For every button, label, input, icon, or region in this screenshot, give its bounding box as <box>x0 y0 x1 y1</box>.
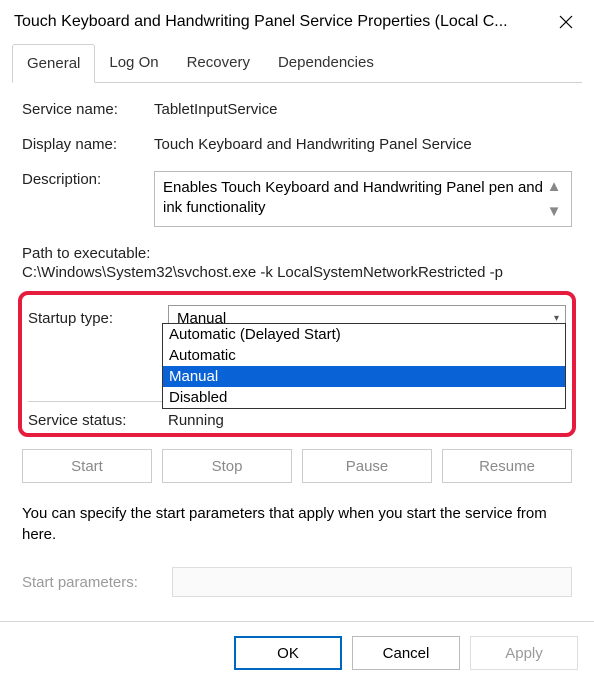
startup-type-dropdown: Automatic (Delayed Start) Automatic Manu… <box>162 323 566 409</box>
titlebar: Touch Keyboard and Handwriting Panel Ser… <box>0 0 594 44</box>
option-manual[interactable]: Manual <box>163 366 565 387</box>
start-parameters-label: Start parameters: <box>22 574 172 591</box>
description-scrollbar[interactable]: ▲ ▼ <box>545 178 563 220</box>
option-automatic[interactable]: Automatic <box>163 345 565 366</box>
display-name-value: Touch Keyboard and Handwriting Panel Ser… <box>154 136 572 153</box>
stop-button[interactable]: Stop <box>162 449 292 483</box>
description-text: Enables Touch Keyboard and Handwriting P… <box>163 178 545 220</box>
resume-button[interactable]: Resume <box>442 449 572 483</box>
description-row: Description: Enables Touch Keyboard and … <box>22 171 572 227</box>
tab-bar: General Log On Recovery Dependencies <box>12 44 582 83</box>
service-status-label: Service status: <box>28 412 168 429</box>
description-label: Description: <box>22 171 154 227</box>
properties-dialog: Touch Keyboard and Handwriting Panel Ser… <box>0 0 594 700</box>
tab-recovery[interactable]: Recovery <box>173 44 264 82</box>
service-name-label: Service name: <box>22 101 154 118</box>
option-disabled[interactable]: Disabled <box>163 387 565 408</box>
service-control-buttons: Start Stop Pause Resume <box>22 449 572 483</box>
service-status-value: Running <box>168 412 566 429</box>
option-automatic-delayed[interactable]: Automatic (Delayed Start) <box>163 324 565 345</box>
close-icon <box>559 15 573 29</box>
tab-logon[interactable]: Log On <box>95 44 172 82</box>
window-title: Touch Keyboard and Handwriting Panel Ser… <box>14 13 538 31</box>
startup-highlight: Startup type: Manual ▾ Automatic (Delaye… <box>18 291 576 437</box>
chevron-down-icon: ▾ <box>554 313 559 324</box>
description-box: Enables Touch Keyboard and Handwriting P… <box>154 171 572 227</box>
ok-button[interactable]: OK <box>234 636 342 670</box>
dialog-button-row: OK Cancel Apply <box>12 622 582 670</box>
dialog-content: General Log On Recovery Dependencies Ser… <box>0 44 594 670</box>
display-name-row: Display name: Touch Keyboard and Handwri… <box>22 136 572 153</box>
pause-button[interactable]: Pause <box>302 449 432 483</box>
start-parameters-input <box>172 567 572 597</box>
path-label: Path to executable: <box>22 245 572 262</box>
scroll-down-icon: ▼ <box>547 203 562 220</box>
service-name-value: TabletInputService <box>154 101 572 118</box>
display-name-label: Display name: <box>22 136 154 153</box>
hint-text: You can specify the start parameters tha… <box>22 503 572 545</box>
service-name-row: Service name: TabletInputService <box>22 101 572 118</box>
close-button[interactable] <box>538 0 594 44</box>
start-button[interactable]: Start <box>22 449 152 483</box>
startup-type-label: Startup type: <box>28 310 168 327</box>
path-value: C:\Windows\System32\svchost.exe -k Local… <box>22 264 572 281</box>
apply-button[interactable]: Apply <box>470 636 578 670</box>
cancel-button[interactable]: Cancel <box>352 636 460 670</box>
tab-general[interactable]: General <box>12 44 95 83</box>
start-parameters-row: Start parameters: <box>22 567 572 597</box>
path-block: Path to executable: C:\Windows\System32\… <box>22 245 572 281</box>
general-panel: Service name: TabletInputService Display… <box>12 83 582 597</box>
tab-dependencies[interactable]: Dependencies <box>264 44 388 82</box>
scroll-up-icon: ▲ <box>547 178 562 195</box>
service-status-row: Service status: Running <box>28 412 566 429</box>
